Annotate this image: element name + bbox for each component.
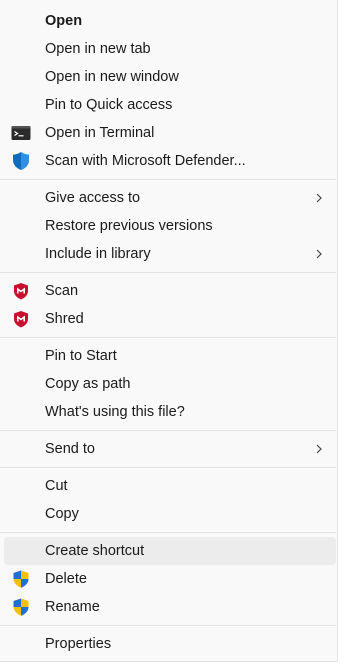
menu-item-give-access[interactable]: Give access to: [4, 184, 336, 212]
defender-shield-icon: [11, 151, 31, 171]
menu-item-label: Open: [45, 13, 83, 29]
menu-item-copy[interactable]: Copy: [4, 500, 336, 528]
menu-item-label: Copy: [45, 506, 79, 522]
uac-shield-icon: [11, 597, 31, 617]
menu-item-open[interactable]: Open: [4, 7, 336, 35]
menu-item-label: Delete: [45, 571, 87, 587]
menu-item-label: What's using this file?: [45, 404, 185, 420]
chevron-right-icon: [315, 248, 323, 260]
menu-item-label: Cut: [45, 478, 68, 494]
uac-shield-icon: [11, 569, 31, 589]
menu-item-properties[interactable]: Properties: [4, 630, 336, 658]
menu-separator: [0, 272, 336, 273]
menu-item-open-new-window[interactable]: Open in new window: [4, 63, 336, 91]
menu-item-label: Properties: [45, 636, 112, 652]
menu-item-whats-using[interactable]: What's using this file?: [4, 398, 336, 426]
menu-item-create-shortcut[interactable]: Create shortcut: [4, 537, 336, 565]
menu-item-copy-path[interactable]: Copy as path: [4, 370, 336, 398]
menu-item-label: Pin to Quick access: [45, 97, 173, 113]
menu-item-scan[interactable]: Scan: [4, 277, 336, 305]
menu-separator: [0, 179, 336, 180]
menu-item-label: Open in new window: [45, 69, 179, 85]
mcafee-shield-icon: [11, 281, 31, 301]
menu-item-label: Pin to Start: [45, 348, 117, 364]
menu-item-label: Rename: [45, 599, 100, 615]
menu-item-include-library[interactable]: Include in library: [4, 240, 336, 268]
menu-item-label: Copy as path: [45, 376, 131, 392]
menu-item-rename[interactable]: Rename: [4, 593, 336, 621]
menu-item-label: Open in Terminal: [45, 125, 155, 141]
menu-item-pin-start[interactable]: Pin to Start: [4, 342, 336, 370]
menu-item-label: Include in library: [45, 246, 151, 262]
context-menu: Open Open in new tab Open in new window …: [0, 0, 338, 662]
menu-item-label: Create shortcut: [45, 543, 145, 559]
menu-item-shred[interactable]: Shred: [4, 305, 336, 333]
menu-item-send-to[interactable]: Send to: [4, 435, 336, 463]
menu-item-open-new-tab[interactable]: Open in new tab: [4, 35, 336, 63]
menu-item-label: Restore previous versions: [45, 218, 213, 234]
menu-item-delete[interactable]: Delete: [4, 565, 336, 593]
menu-separator: [0, 337, 336, 338]
menu-item-label: Give access to: [45, 190, 141, 206]
terminal-icon: [11, 123, 31, 143]
menu-item-label: Send to: [45, 441, 95, 457]
menu-item-label: Scan with Microsoft Defender...: [45, 153, 246, 169]
menu-item-label: Scan: [45, 283, 79, 299]
menu-separator: [0, 625, 336, 626]
chevron-right-icon: [315, 192, 323, 204]
menu-separator: [0, 467, 336, 468]
menu-item-label: Open in new tab: [45, 41, 151, 57]
menu-item-open-terminal[interactable]: Open in Terminal: [4, 119, 336, 147]
menu-item-label: Shred: [45, 311, 84, 327]
chevron-right-icon: [315, 443, 323, 455]
menu-item-restore-versions[interactable]: Restore previous versions: [4, 212, 336, 240]
menu-separator: [0, 430, 336, 431]
menu-item-pin-quick-access[interactable]: Pin to Quick access: [4, 91, 336, 119]
menu-item-cut[interactable]: Cut: [4, 472, 336, 500]
mcafee-shield-icon: [11, 309, 31, 329]
menu-item-scan-defender[interactable]: Scan with Microsoft Defender...: [4, 147, 336, 175]
menu-separator: [0, 532, 336, 533]
